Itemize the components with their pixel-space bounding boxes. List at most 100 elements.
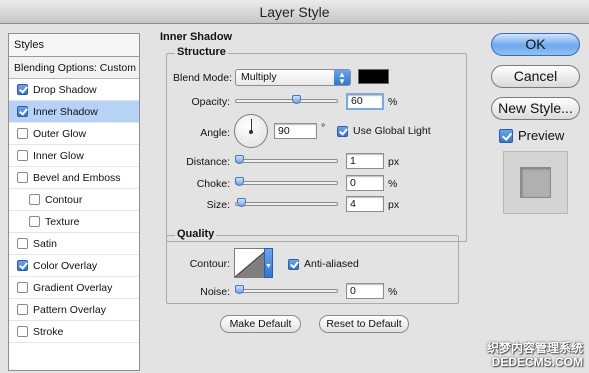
opacity-label: Opacity: [191, 96, 230, 108]
style-item-gradient-overlay[interactable]: Gradient Overlay [9, 277, 139, 299]
style-item-texture[interactable]: Texture [9, 211, 139, 233]
distance-label: Distance: [186, 156, 230, 168]
blending-options-label: Blending Options: Custom [14, 62, 136, 74]
contour-dropdown-arrow[interactable]: ▼ [264, 248, 273, 278]
style-item-color-overlay[interactable]: Color Overlay [9, 255, 139, 277]
angle-unit: ° [321, 122, 326, 134]
style-item-checkbox[interactable] [17, 150, 28, 161]
style-item-label: Inner Shadow [33, 105, 98, 118]
style-item-checkbox[interactable] [17, 282, 28, 293]
make-default-button[interactable]: Make Default [220, 315, 301, 333]
noise-label: Noise: [200, 286, 230, 298]
style-item-label: Satin [33, 237, 57, 250]
style-item-inner-glow[interactable]: Inner Glow [9, 145, 139, 167]
style-item-checkbox[interactable] [17, 172, 28, 183]
size-label: Size: [206, 199, 230, 211]
size-slider[interactable] [235, 198, 338, 207]
style-item-label: Texture [45, 215, 80, 228]
distance-value: 1 [350, 155, 356, 167]
watermark-line2: DEDECMS.COM [491, 355, 583, 369]
choke-slider[interactable] [235, 177, 338, 186]
noise-slider-thumb[interactable] [235, 285, 244, 294]
style-item-checkbox[interactable] [17, 326, 28, 337]
style-item-satin[interactable]: Satin [9, 233, 139, 255]
choke-value: 0 [350, 177, 356, 189]
style-item-checkbox[interactable] [29, 194, 40, 205]
style-item-label: Drop Shadow [33, 83, 97, 96]
shadow-color-swatch[interactable] [358, 69, 389, 84]
reset-to-default-label: Reset to Default [326, 318, 402, 330]
style-items: Drop Shadow Inner Shadow Outer Glow Inner G… [9, 79, 139, 343]
opacity-field[interactable]: 60 [346, 93, 384, 110]
size-field[interactable]: 4 [346, 196, 384, 212]
reset-to-default-button[interactable]: Reset to Default [319, 315, 409, 333]
styles-list: Styles Blending Options: Custom Drop Sha… [8, 33, 140, 371]
panel-title: Inner Shadow [160, 31, 233, 43]
choke-unit: % [388, 178, 398, 190]
opacity-value: 60 [351, 95, 363, 107]
style-item-label: Contour [45, 193, 83, 206]
angle-field[interactable]: 90 [274, 123, 317, 139]
style-item-checkbox[interactable] [29, 216, 40, 227]
quality-title: Quality [175, 228, 217, 240]
style-item-contour[interactable]: Contour [9, 189, 139, 211]
styles-header[interactable]: Styles [9, 34, 139, 57]
style-item-label: Outer Glow [33, 127, 87, 140]
use-global-light-label: Use Global Light [353, 125, 431, 137]
size-slider-thumb[interactable] [237, 198, 246, 207]
window-title: Layer Style [259, 4, 330, 20]
anti-aliased-check[interactable] [288, 258, 299, 270]
noise-field[interactable]: 0 [346, 283, 384, 299]
style-item-drop-shadow[interactable]: Drop Shadow [9, 79, 139, 101]
preview-checkbox[interactable]: Preview [499, 128, 564, 143]
preview-label: Preview [518, 128, 565, 143]
distance-slider[interactable] [235, 155, 338, 164]
style-item-inner-shadow[interactable]: Inner Shadow [9, 101, 139, 123]
ok-button[interactable]: OK [491, 33, 580, 56]
style-item-checkbox[interactable] [17, 238, 28, 249]
anti-aliased-label: Anti-aliased [304, 258, 359, 270]
style-item-label: Inner Glow [33, 149, 84, 162]
angle-dial[interactable] [234, 114, 268, 148]
style-item-checkbox[interactable] [17, 260, 28, 271]
noise-unit: % [388, 286, 398, 298]
style-item-label: Bevel and Emboss [33, 171, 121, 184]
cancel-button[interactable]: Cancel [491, 65, 580, 88]
blend-mode-select[interactable]: Multiply ▲ ▼ [235, 69, 351, 86]
size-value: 4 [350, 198, 356, 210]
window-title-bar: Layer Style [0, 0, 589, 24]
choke-slider-thumb[interactable] [235, 177, 244, 186]
blending-options-item[interactable]: Blending Options: Custom [9, 57, 139, 79]
choke-label: Choke: [196, 178, 230, 190]
distance-field[interactable]: 1 [346, 153, 384, 169]
anti-aliased-checkbox[interactable]: Anti-aliased [288, 258, 359, 270]
cancel-label: Cancel [513, 68, 558, 84]
style-item-checkbox[interactable] [17, 304, 28, 315]
preview-check[interactable] [499, 128, 513, 143]
distance-slider-thumb[interactable] [235, 155, 244, 164]
watermark-line1: 织梦内容管理系统 [486, 341, 583, 355]
opacity-slider-thumb[interactable] [291, 95, 301, 104]
angle-label: Angle: [200, 127, 230, 139]
style-item-pattern-overlay[interactable]: Pattern Overlay [9, 299, 139, 321]
style-item-bevel-and-emboss[interactable]: Bevel and Emboss [9, 167, 139, 189]
style-item-stroke[interactable]: Stroke [9, 321, 139, 343]
style-item-outer-glow[interactable]: Outer Glow [9, 123, 139, 145]
style-item-label: Pattern Overlay [33, 303, 106, 316]
choke-field[interactable]: 0 [346, 175, 384, 191]
watermark: 织梦内容管理系统 DEDECMS.COM [487, 341, 583, 369]
new-style-button[interactable]: New Style... [491, 97, 580, 120]
use-global-light-checkbox[interactable]: Use Global Light [337, 125, 431, 137]
opacity-slider[interactable] [235, 95, 338, 104]
noise-slider[interactable] [235, 285, 338, 294]
blend-mode-value: Multiply [241, 71, 277, 83]
structure-title: Structure [175, 46, 228, 58]
style-item-checkbox[interactable] [17, 84, 28, 95]
use-global-light-check[interactable] [337, 125, 348, 137]
style-item-checkbox[interactable] [17, 128, 28, 139]
style-item-checkbox[interactable] [17, 106, 28, 117]
style-preview-swatch [520, 167, 551, 198]
styles-header-label: Styles [14, 39, 44, 51]
style-item-label: Color Overlay [33, 259, 98, 272]
contour-label: Contour: [189, 258, 230, 270]
